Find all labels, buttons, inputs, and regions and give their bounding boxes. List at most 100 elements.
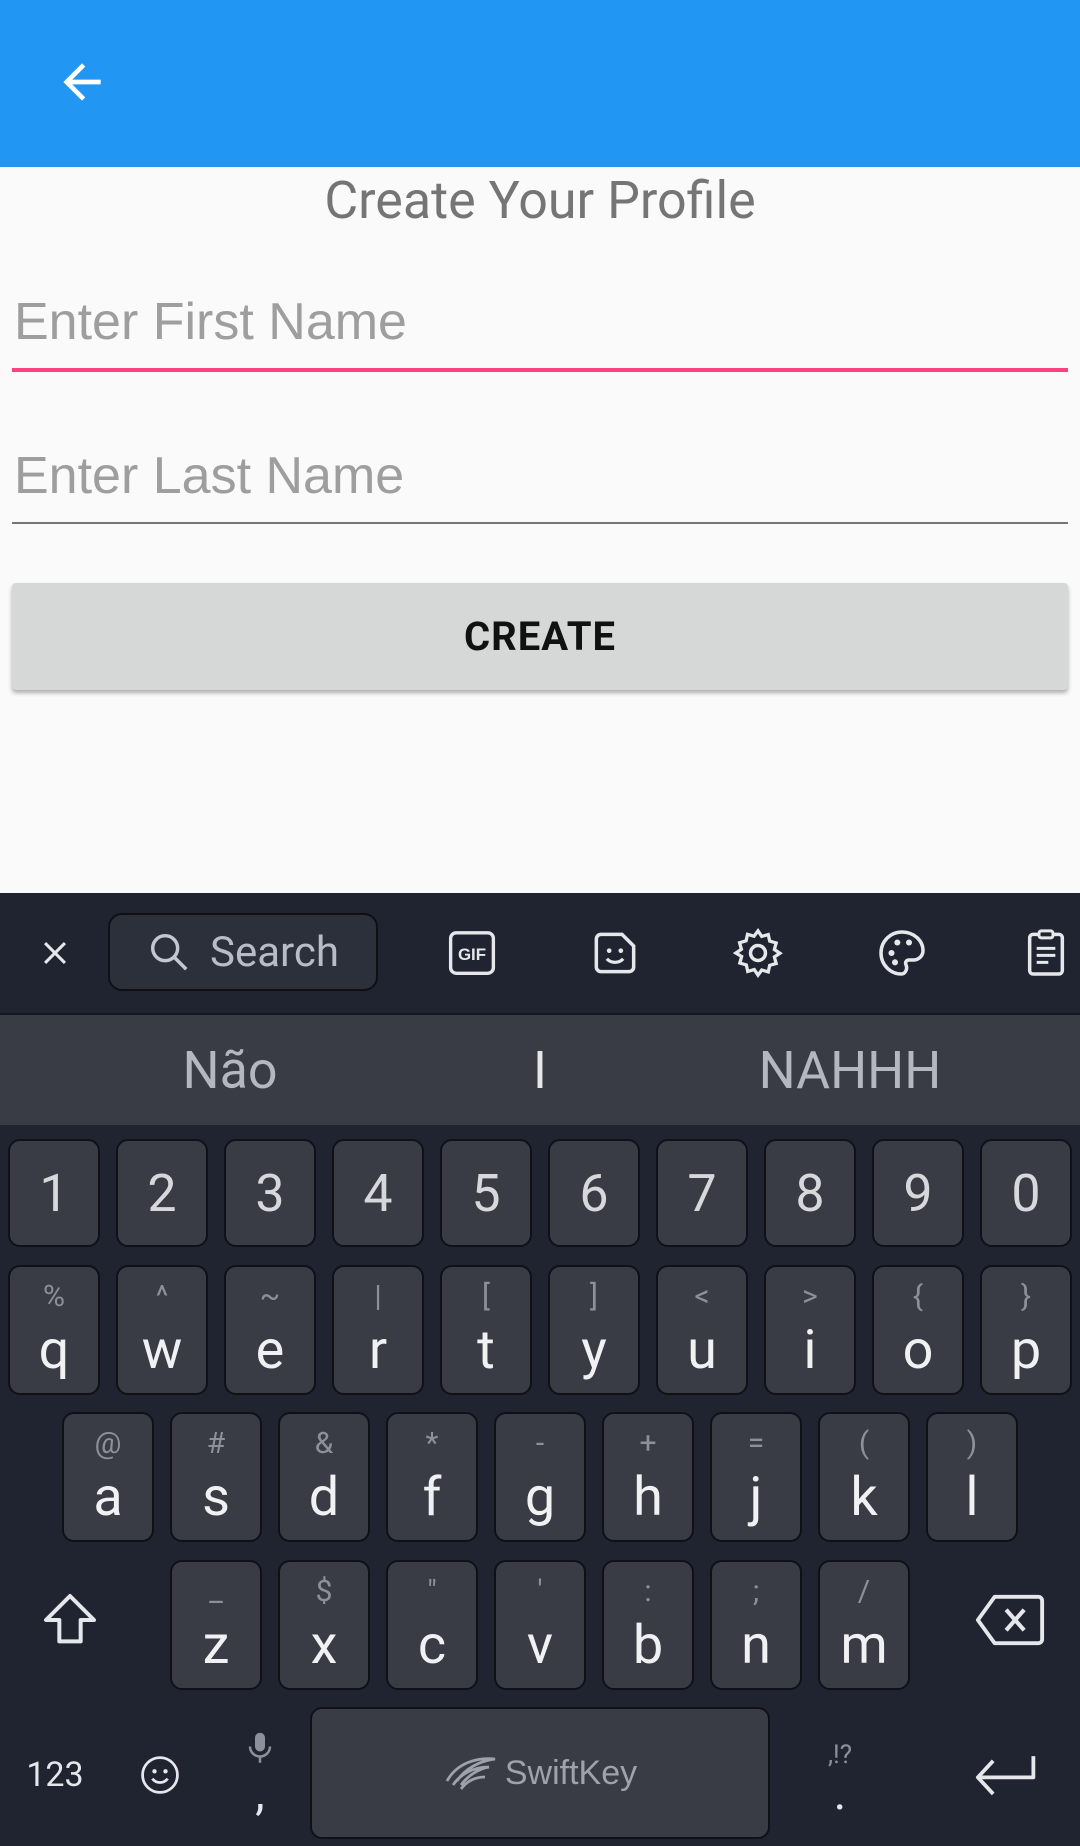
first-name-input[interactable] xyxy=(12,292,1068,352)
key-alt-label: & xyxy=(314,1426,334,1461)
key-n[interactable]: ; n xyxy=(710,1560,802,1690)
key-t[interactable]: [t xyxy=(440,1265,532,1395)
key-7[interactable]: 7 xyxy=(656,1139,748,1247)
key-2[interactable]: 2 xyxy=(116,1139,208,1247)
key-label: o xyxy=(902,1319,934,1382)
sticker-button[interactable] xyxy=(585,911,645,995)
backspace-key[interactable] xyxy=(960,1565,1060,1675)
key-label: s xyxy=(202,1466,230,1529)
svg-text:GIF: GIF xyxy=(458,945,486,964)
key-label: n xyxy=(741,1614,771,1677)
key-i[interactable]: > i xyxy=(764,1265,856,1395)
key-l[interactable]: ) l xyxy=(926,1412,1018,1542)
key-label: k xyxy=(850,1466,878,1529)
key-alt-label: $ xyxy=(315,1574,333,1609)
key-label: 2 xyxy=(147,1163,177,1224)
shift-key[interactable] xyxy=(20,1565,120,1675)
sticker-icon xyxy=(594,932,636,974)
key-label: 8 xyxy=(795,1163,825,1224)
key-v[interactable]: ' v xyxy=(494,1560,586,1690)
key-label: z xyxy=(202,1614,230,1677)
key-b[interactable]: :b xyxy=(602,1560,694,1690)
key-alt-label: ] xyxy=(590,1279,598,1314)
key-e[interactable]: ~ e xyxy=(224,1265,316,1395)
settings-button[interactable] xyxy=(728,911,788,995)
app-bar xyxy=(0,0,1080,167)
key-0[interactable]: 0 xyxy=(980,1139,1072,1247)
key-alt-label: } xyxy=(1020,1279,1032,1314)
spacebar[interactable]: SwiftKey xyxy=(310,1707,770,1839)
gif-button[interactable]: GIF xyxy=(440,911,504,995)
suggestion-3[interactable]: NAHHH xyxy=(680,1015,1020,1125)
keyboard-search[interactable]: Search xyxy=(108,913,378,991)
emoji-key[interactable] xyxy=(120,1720,200,1830)
themes-button[interactable] xyxy=(872,911,932,995)
last-name-field[interactable] xyxy=(12,446,1068,524)
key-label: p xyxy=(1010,1319,1042,1382)
clipboard-icon xyxy=(1027,929,1065,976)
key-label: q xyxy=(38,1319,70,1382)
clipboard-button[interactable] xyxy=(1018,911,1074,995)
key-alt-label: _ xyxy=(209,1574,223,1609)
numbers-mode-key[interactable]: 123 xyxy=(10,1720,100,1830)
key-4[interactable]: 4 xyxy=(332,1139,424,1247)
key-6[interactable]: 6 xyxy=(548,1139,640,1247)
key-z[interactable]: _ z xyxy=(170,1560,262,1690)
key-q[interactable]: % q xyxy=(8,1265,100,1395)
key-g[interactable]: -g xyxy=(494,1412,586,1542)
key-w[interactable]: ^ w xyxy=(116,1265,208,1395)
key-1[interactable]: 1 xyxy=(8,1139,100,1247)
key-k[interactable]: (k xyxy=(818,1412,910,1542)
key-label: w xyxy=(141,1319,183,1382)
key-label: 1 xyxy=(39,1163,69,1224)
key-8[interactable]: 8 xyxy=(764,1139,856,1247)
search-label: Search xyxy=(210,927,340,977)
key-u[interactable]: < u xyxy=(656,1265,748,1395)
swiftkey-logo-icon xyxy=(445,1757,496,1790)
key-label: l xyxy=(965,1466,979,1529)
key-3[interactable]: 3 xyxy=(224,1139,316,1247)
key-p[interactable]: } p xyxy=(980,1265,1072,1395)
period-key[interactable]: ,!? . xyxy=(800,1720,880,1840)
first-name-underline xyxy=(12,368,1068,372)
key-h[interactable]: + h xyxy=(602,1412,694,1542)
page-title: Create Your Profile xyxy=(324,170,756,231)
key-y[interactable]: ] y xyxy=(548,1265,640,1395)
enter-key[interactable] xyxy=(950,1720,1060,1830)
key-a[interactable]: @ a xyxy=(62,1412,154,1542)
key-f[interactable]: * f xyxy=(386,1412,478,1542)
key-label: 0 xyxy=(1011,1163,1041,1224)
back-arrow-icon xyxy=(63,63,101,101)
first-name-field[interactable] xyxy=(12,292,1068,372)
gif-icon: GIF xyxy=(448,931,496,975)
key-label: g xyxy=(524,1466,556,1529)
key-c[interactable]: " c xyxy=(386,1560,478,1690)
key-label: e xyxy=(255,1319,285,1382)
last-name-input[interactable] xyxy=(12,446,1068,506)
palette-icon xyxy=(879,930,925,976)
key-o[interactable]: {o xyxy=(872,1265,964,1395)
key-m[interactable]: / m xyxy=(818,1560,910,1690)
key-label: i xyxy=(803,1319,817,1382)
key-alt-label: % xyxy=(43,1279,65,1314)
suggestion-2[interactable]: I xyxy=(400,1015,680,1125)
key-j[interactable]: = j xyxy=(710,1412,802,1542)
comma-label: , xyxy=(255,1763,265,1821)
key-d[interactable]: & d xyxy=(278,1412,370,1542)
close-toolbar-button[interactable] xyxy=(20,911,90,995)
search-icon xyxy=(150,933,188,971)
key-x[interactable]: $ x xyxy=(278,1560,370,1690)
key-label: 9 xyxy=(903,1163,933,1224)
key-s[interactable]: # s xyxy=(170,1412,262,1542)
create-button[interactable]: CREATE xyxy=(12,583,1068,690)
key-label: v xyxy=(526,1614,554,1677)
comma-key[interactable]: , xyxy=(225,1715,295,1835)
key-label: m xyxy=(840,1614,888,1677)
back-button[interactable] xyxy=(50,50,114,114)
key-label: u xyxy=(687,1319,717,1382)
key-alt-label: < xyxy=(694,1279,710,1314)
key-9[interactable]: 9 xyxy=(872,1139,964,1247)
suggestion-1[interactable]: Não xyxy=(60,1015,400,1125)
key-5[interactable]: 5 xyxy=(440,1139,532,1247)
key-r[interactable]: | r xyxy=(332,1265,424,1395)
